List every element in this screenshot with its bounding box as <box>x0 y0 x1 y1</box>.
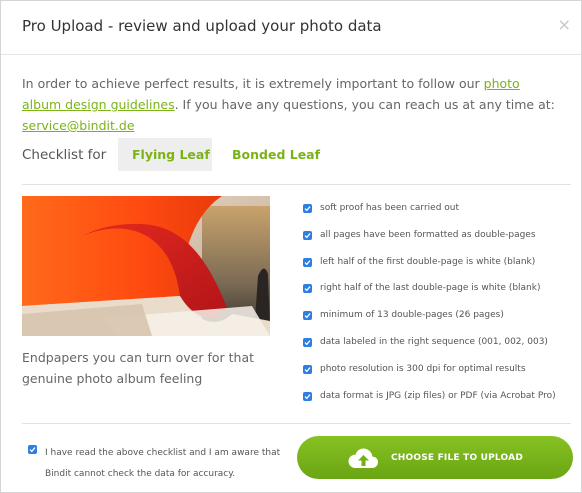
checklist-item[interactable]: data format is JPG (zip files) or PDF (v… <box>303 388 573 415</box>
checklist-item[interactable]: all pages have been formatted as double-… <box>303 227 573 254</box>
checkbox-checked-icon[interactable] <box>303 284 312 294</box>
endpaper-photo-illustration <box>22 196 270 336</box>
checklist-item-label: left half of the first double-page is wh… <box>320 256 536 267</box>
endpaper-photo <box>22 196 270 336</box>
checklist-label: Checklist for <box>22 147 107 163</box>
close-icon[interactable]: × <box>558 16 571 34</box>
dialog-title: Pro Upload - review and upload your phot… <box>22 17 382 35</box>
checklist-item-label: data format is JPG (zip files) or PDF (v… <box>320 390 556 401</box>
checkbox-checked-icon[interactable] <box>303 230 312 240</box>
checklist-item[interactable]: right half of the last double-page is wh… <box>303 280 573 307</box>
checkbox-checked-icon[interactable] <box>303 337 312 347</box>
agreement-label: I have read the above checklist and I am… <box>45 448 281 479</box>
checkbox-checked-icon[interactable] <box>303 364 312 374</box>
checklist-item-label: data labeled in the right sequence (001,… <box>320 336 548 347</box>
intro-text-part-2: . If you have any questions, you can rea… <box>174 97 555 112</box>
checklist-item-label: all pages have been formatted as double-… <box>320 229 536 240</box>
checklist-item-label: minimum of 13 double-pages (26 pages) <box>320 310 504 321</box>
checklist-item[interactable]: soft proof has been carried out <box>303 200 573 227</box>
checklist-item-label: soft proof has been carried out <box>320 203 460 213</box>
choose-file-upload-button[interactable]: CHOOSE FILE TO UPLOAD <box>297 436 573 479</box>
checklist-item[interactable]: data labeled in the right sequence (001,… <box>303 334 573 361</box>
checkbox-checked-icon[interactable] <box>303 391 312 401</box>
checklist-item-label: right half of the last double-page is wh… <box>320 283 541 294</box>
email-link[interactable]: service@bindit.de <box>22 118 135 133</box>
tab-flying-leaf[interactable]: Flying Leaf <box>118 138 212 171</box>
upload-button-label: CHOOSE FILE TO UPLOAD <box>390 452 523 463</box>
divider <box>22 423 571 424</box>
cloud-upload-icon <box>347 447 379 469</box>
agreement-checkbox-row[interactable]: I have read the above checklist and I am… <box>28 443 290 485</box>
checkbox-checked-icon[interactable] <box>303 257 312 267</box>
checklist: soft proof has been carried out all page… <box>303 200 573 414</box>
checkbox-checked-icon[interactable] <box>28 445 37 454</box>
checklist-item[interactable]: photo resolution is 300 dpi for optimal … <box>303 361 573 388</box>
intro-text-part-1: In order to achieve perfect results, it … <box>22 76 484 91</box>
checklist-item-label: photo resolution is 300 dpi for optimal … <box>320 363 526 374</box>
checklist-tabs: Checklist for Flying Leaf Bonded Leaf <box>22 138 562 171</box>
divider <box>22 184 571 185</box>
pro-upload-dialog: Pro Upload - review and upload your phot… <box>0 0 582 493</box>
photo-caption: Endpapers you can turn over for that gen… <box>22 350 255 386</box>
tab-bonded-leaf[interactable]: Bonded Leaf <box>218 138 334 171</box>
checklist-item[interactable]: left half of the first double-page is wh… <box>303 254 573 281</box>
checklist-item[interactable]: minimum of 13 double-pages (26 pages) <box>303 307 573 334</box>
checkbox-checked-icon[interactable] <box>303 311 312 321</box>
dialog-header: Pro Upload - review and upload your phot… <box>1 1 581 55</box>
intro-text: In order to achieve perfect results, it … <box>22 73 562 136</box>
checkbox-checked-icon[interactable] <box>303 204 312 213</box>
